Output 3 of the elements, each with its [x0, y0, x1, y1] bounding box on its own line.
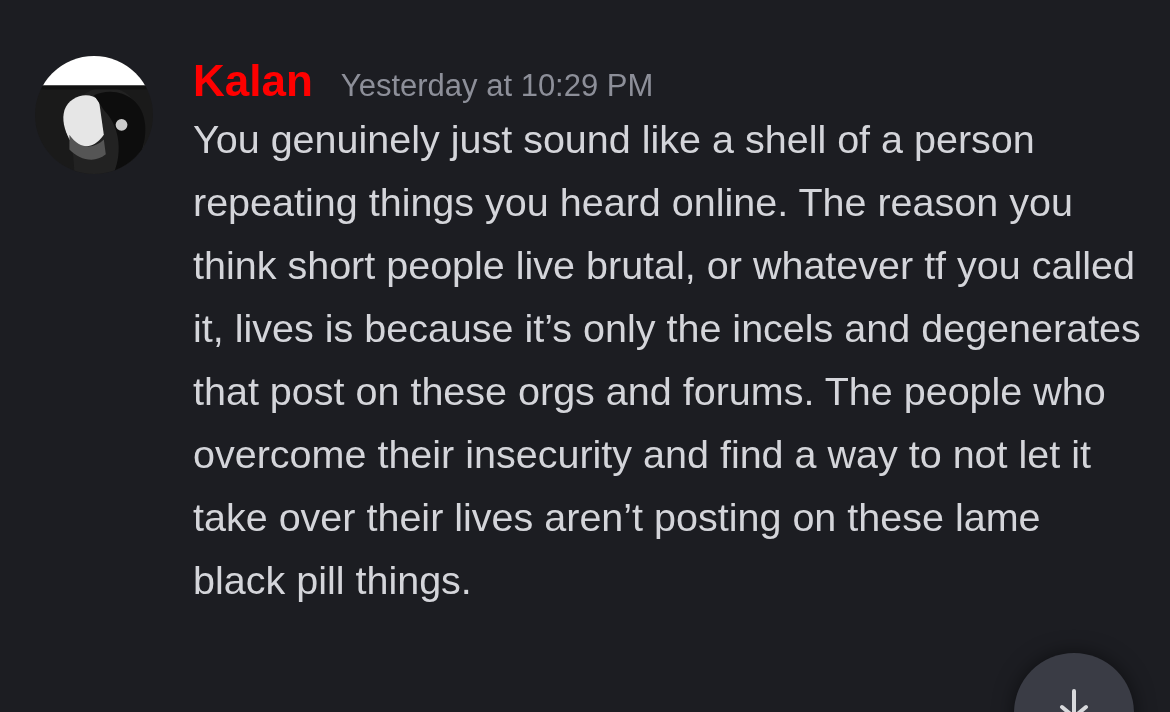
message-text: You genuinely just sound like a shell of a person repeating things you heard online. The reason you think short people live brutal, or whatever tf you called it, lives is because it’s only the incels and degenerates that post on these orgs and forums. The people who overcome their insecurity and find a way to not let it take over their lives aren’t posting on these lame black pill things. [193, 116, 1142, 604]
username[interactable]: Kalan [193, 56, 313, 106]
timestamp: Yesterday at 10:29 PM [340, 68, 654, 104]
